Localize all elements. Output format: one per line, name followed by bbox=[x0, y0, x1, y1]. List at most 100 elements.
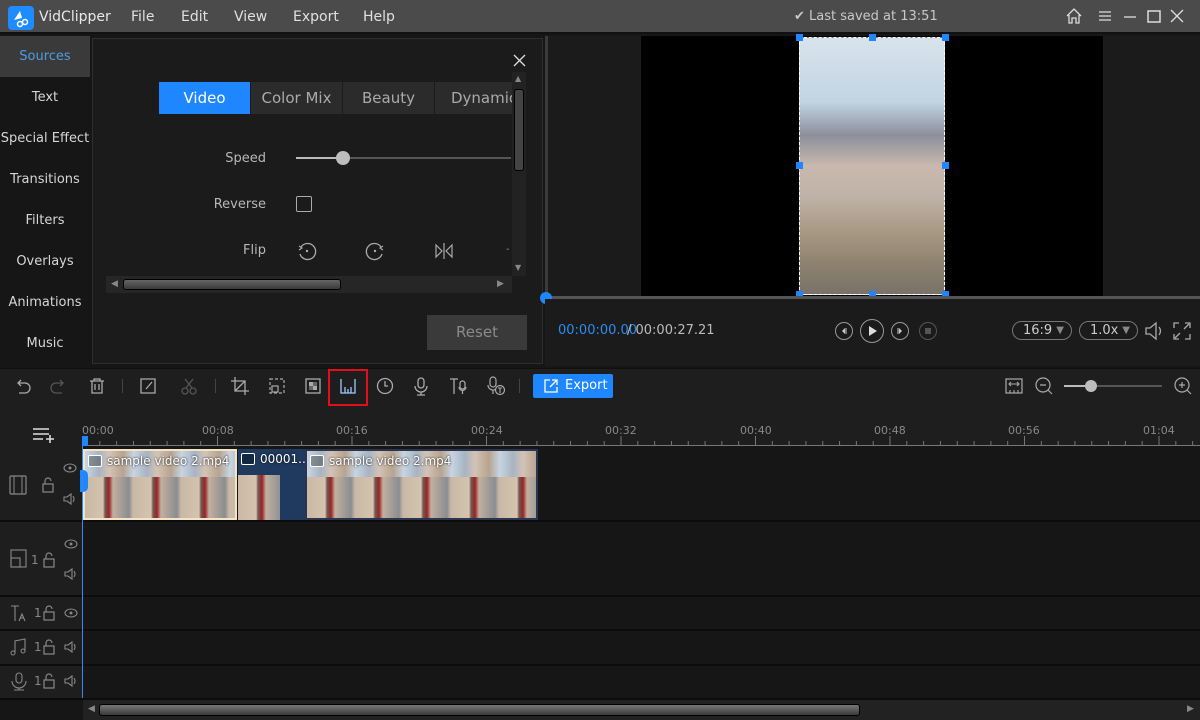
scroll-left-icon[interactable]: ◀ bbox=[88, 704, 95, 714]
timeline-clip[interactable]: 00001... bbox=[238, 449, 305, 520]
undo-icon[interactable] bbox=[13, 376, 33, 396]
resize-icon[interactable] bbox=[267, 376, 287, 396]
menu-edit[interactable]: Edit bbox=[181, 9, 208, 25]
unlock-icon[interactable] bbox=[42, 673, 56, 689]
video-frame[interactable] bbox=[799, 37, 945, 295]
menu-export[interactable]: Export bbox=[293, 9, 339, 25]
menu-file[interactable]: File bbox=[131, 9, 154, 25]
track-count: 1 bbox=[31, 553, 39, 567]
panel-vertical-scroll-thumb[interactable] bbox=[514, 89, 524, 171]
export-icon bbox=[543, 378, 559, 394]
music-track-area[interactable] bbox=[83, 631, 1200, 664]
sidebar-item-text[interactable]: Text bbox=[0, 77, 90, 118]
crop-icon[interactable] bbox=[230, 376, 250, 396]
zoom-in-icon[interactable] bbox=[1173, 376, 1193, 396]
ruler-label: 00:40 bbox=[740, 424, 772, 437]
sidebar-item-sources[interactable]: Sources bbox=[0, 36, 90, 77]
timeline-clip[interactable]: sample video 2.mp4 bbox=[305, 449, 538, 520]
delete-icon[interactable] bbox=[87, 376, 107, 396]
rotate-right-icon[interactable] bbox=[364, 241, 386, 261]
flip-vertical-icon[interactable]: - bbox=[506, 244, 511, 258]
speaker-icon[interactable] bbox=[64, 640, 78, 654]
save-status: ✔ Last saved at 13:51 bbox=[794, 9, 938, 24]
timeline-clip[interactable]: sample video 2.mp4 bbox=[83, 449, 237, 520]
stop-button[interactable] bbox=[919, 322, 937, 340]
tab-color-mix[interactable]: Color Mix bbox=[251, 82, 342, 114]
eye-icon[interactable] bbox=[64, 539, 78, 549]
text-to-speech-icon[interactable] bbox=[448, 376, 468, 396]
volume-icon[interactable] bbox=[1143, 320, 1167, 342]
speaker-icon[interactable] bbox=[64, 567, 78, 581]
sidebar-item-overlays[interactable]: Overlays bbox=[0, 241, 90, 282]
maximize-icon[interactable] bbox=[1145, 7, 1165, 27]
unlock-icon[interactable] bbox=[42, 639, 56, 655]
freeze-frame-icon[interactable] bbox=[338, 376, 358, 396]
play-button[interactable] bbox=[860, 319, 884, 343]
zoom-out-icon[interactable] bbox=[1034, 376, 1054, 396]
scroll-right-icon[interactable]: ▶ bbox=[1187, 704, 1194, 714]
redo-icon[interactable] bbox=[48, 376, 68, 396]
playback-speed-value: 1.0x bbox=[1090, 323, 1119, 338]
unlock-icon[interactable] bbox=[42, 605, 56, 621]
export-button[interactable]: Export bbox=[533, 374, 613, 398]
home-icon[interactable] bbox=[1065, 7, 1085, 27]
next-frame-button[interactable] bbox=[891, 322, 909, 340]
clip-thumbnails bbox=[85, 477, 235, 518]
speech-to-text-icon[interactable] bbox=[485, 376, 506, 396]
panel-close-icon[interactable] bbox=[512, 53, 528, 69]
pip-track: 1 bbox=[0, 522, 1200, 597]
clip-thumbnails bbox=[307, 477, 536, 518]
speaker-icon[interactable] bbox=[63, 492, 77, 506]
scroll-right-icon[interactable]: ▶ bbox=[497, 279, 504, 289]
sidebar-item-animations[interactable]: Animations bbox=[0, 282, 90, 323]
previous-frame-button[interactable] bbox=[835, 322, 853, 340]
sidebar-item-filters[interactable]: Filters bbox=[0, 200, 90, 241]
rotate-left-icon[interactable] bbox=[296, 241, 318, 261]
timeline-scroll-thumb[interactable] bbox=[99, 704, 860, 716]
sidebar-item-transitions[interactable]: Transitions bbox=[0, 159, 90, 200]
clip-label: 00001... bbox=[260, 452, 305, 466]
speaker-icon[interactable] bbox=[64, 674, 78, 688]
reset-button[interactable]: Reset bbox=[427, 315, 527, 350]
playback-speed-select[interactable]: 1.0x ▼ bbox=[1079, 321, 1138, 340]
tab-beauty[interactable]: Beauty bbox=[343, 82, 434, 114]
sidebar-item-special-effect[interactable]: Special Effect bbox=[0, 118, 90, 159]
pip-track-area[interactable] bbox=[83, 522, 1200, 595]
record-voice-icon[interactable] bbox=[411, 376, 431, 396]
unlock-icon[interactable] bbox=[42, 552, 56, 568]
resize-handle[interactable] bbox=[796, 162, 803, 169]
eye-icon[interactable] bbox=[64, 608, 78, 618]
resize-handle[interactable] bbox=[796, 34, 803, 41]
menu-help[interactable]: Help bbox=[363, 9, 395, 25]
fullscreen-icon[interactable] bbox=[1172, 321, 1192, 341]
tab-video[interactable]: Video bbox=[159, 82, 250, 114]
menu-view[interactable]: View bbox=[234, 9, 267, 25]
resize-handle[interactable] bbox=[942, 162, 949, 169]
duration-icon[interactable] bbox=[375, 376, 395, 396]
reverse-checkbox[interactable] bbox=[296, 196, 312, 212]
text-track-area[interactable] bbox=[83, 597, 1200, 629]
flip-horizontal-icon[interactable] bbox=[433, 241, 455, 261]
mosaic-icon[interactable] bbox=[303, 376, 323, 396]
scroll-up-icon[interactable]: ▲ bbox=[515, 74, 521, 83]
split-icon[interactable] bbox=[179, 376, 199, 396]
fit-timeline-icon[interactable] bbox=[1004, 376, 1024, 396]
tab-dynamic[interactable]: Dynamic bbox=[435, 82, 512, 114]
panel-horizontal-scroll-thumb[interactable] bbox=[123, 279, 341, 290]
ruler-playhead[interactable] bbox=[82, 436, 88, 446]
minimize-icon[interactable] bbox=[1121, 7, 1141, 27]
edit-icon[interactable] bbox=[138, 376, 158, 396]
scroll-left-icon[interactable]: ◀ bbox=[111, 279, 118, 289]
menu-icon[interactable] bbox=[1096, 7, 1116, 27]
resize-handle[interactable] bbox=[869, 34, 876, 41]
unlock-icon[interactable] bbox=[41, 477, 55, 493]
sidebar-item-music[interactable]: Music bbox=[0, 323, 90, 364]
aspect-ratio-select[interactable]: 16:9 ▼ bbox=[1012, 321, 1072, 340]
voice-track-area[interactable] bbox=[83, 666, 1200, 698]
scroll-down-icon[interactable]: ▼ bbox=[515, 263, 521, 272]
music-track: 1 bbox=[0, 631, 1200, 666]
resize-handle[interactable] bbox=[942, 34, 949, 41]
timeline-playhead-line[interactable] bbox=[82, 446, 83, 698]
eye-icon[interactable] bbox=[63, 463, 77, 473]
close-icon[interactable] bbox=[1168, 7, 1188, 27]
